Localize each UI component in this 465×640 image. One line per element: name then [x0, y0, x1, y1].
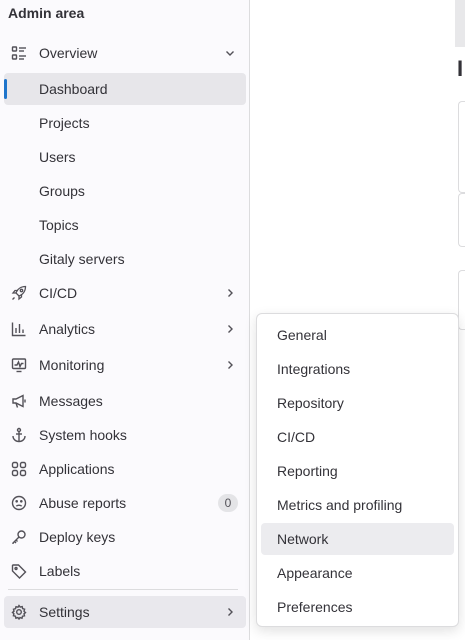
rocket-icon [11, 285, 27, 301]
sidebar-item-applications[interactable]: Applications [4, 453, 246, 485]
chevron-right-icon [224, 323, 236, 335]
chevron-right-icon [224, 606, 236, 618]
flyout-item-metrics-and-profiling[interactable]: Metrics and profiling [261, 489, 454, 521]
sidebar-section-label: Analytics [39, 321, 96, 337]
sidebar-item-label: Dashboard [39, 81, 108, 97]
sidebar-item-label: Labels [39, 563, 81, 579]
sidebar-item-label: Groups [39, 183, 85, 199]
sidebar-item-label: Projects [39, 115, 90, 131]
sidebar-item-label: Gitaly servers [39, 251, 125, 267]
sidebar-item-groups[interactable]: Groups [4, 175, 246, 207]
sidebar-section-label: Monitoring [39, 357, 105, 373]
chevron-right-icon [224, 359, 236, 371]
sidebar-item-label: System hooks [39, 427, 127, 443]
chevron-right-icon [224, 287, 236, 299]
sidebar-item-users[interactable]: Users [4, 141, 246, 173]
flyout-item-label: Reporting [277, 463, 338, 479]
sidebar-section-overview[interactable]: Overview [4, 37, 246, 69]
gear-icon [11, 604, 27, 620]
flyout-item-integrations[interactable]: Integrations [261, 353, 454, 385]
sidebar-item-label: Users [39, 149, 76, 165]
sidebar-title: Admin area [8, 5, 85, 21]
settings-flyout-menu: General Integrations Repository CI/CD Re… [256, 313, 459, 627]
flyout-item-label: Network [277, 531, 329, 547]
key-icon [11, 529, 27, 545]
sidebar-section-label: Settings [39, 604, 90, 620]
flyout-item-label: Preferences [277, 599, 353, 615]
sidebar-item-label: Applications [39, 461, 115, 477]
sidebar-item-label: Abuse reports [39, 495, 127, 511]
content-card [458, 193, 465, 247]
sidebar-item-topics[interactable]: Topics [4, 209, 246, 241]
flyout-item-cicd[interactable]: CI/CD [261, 421, 454, 453]
count-badge: 0 [218, 494, 238, 512]
content-card [458, 270, 465, 330]
content-card [458, 101, 465, 193]
active-indicator [4, 79, 7, 99]
flyout-item-label: Integrations [277, 361, 351, 377]
sad-face-icon [11, 495, 27, 511]
megaphone-icon [11, 393, 27, 409]
flyout-item-label: Repository [277, 395, 344, 411]
flyout-item-network[interactable]: Network [261, 523, 454, 555]
sidebar-section-monitoring[interactable]: Monitoring [4, 349, 246, 381]
monitor-icon [11, 357, 27, 373]
sidebar-item-deploy-keys[interactable]: Deploy keys [4, 521, 246, 553]
sidebar-item-dashboard[interactable]: Dashboard [4, 73, 246, 105]
flyout-item-general[interactable]: General [261, 319, 454, 351]
sidebar-item-abuse-reports[interactable]: Abuse reports 0 [4, 487, 246, 519]
admin-sidebar: Admin area Overview Dashboard Projects U… [0, 0, 250, 640]
sidebar-item-label: Messages [39, 393, 103, 409]
sidebar-item-projects[interactable]: Projects [4, 107, 246, 139]
sidebar-item-gitaly-servers[interactable]: Gitaly servers [4, 243, 246, 275]
sidebar-section-analytics[interactable]: Analytics [4, 313, 246, 345]
sidebar-item-label: Deploy keys [39, 529, 116, 545]
top-bar-fragment [455, 0, 465, 47]
page-title: I [457, 56, 464, 81]
sidebar-section-settings[interactable]: Settings [4, 596, 246, 628]
chart-icon [11, 321, 27, 337]
flyout-item-appearance[interactable]: Appearance [261, 557, 454, 589]
flyout-item-label: General [277, 327, 327, 343]
sidebar-section-label: CI/CD [39, 285, 78, 301]
anchor-icon [11, 427, 27, 443]
flyout-item-label: Appearance [277, 565, 353, 581]
sidebar-item-labels[interactable]: Labels [4, 555, 246, 587]
label-tag-icon [11, 563, 27, 579]
flyout-item-repository[interactable]: Repository [261, 387, 454, 419]
flyout-item-label: CI/CD [277, 429, 316, 445]
sidebar-item-messages[interactable]: Messages [4, 385, 246, 417]
sidebar-divider [8, 589, 238, 590]
sidebar-item-label: Topics [39, 217, 79, 233]
overview-list-icon [11, 45, 27, 61]
applications-grid-icon [11, 461, 27, 477]
flyout-item-label: Metrics and profiling [277, 497, 403, 513]
sidebar-section-cicd[interactable]: CI/CD [4, 277, 246, 309]
flyout-item-reporting[interactable]: Reporting [261, 455, 454, 487]
flyout-item-preferences[interactable]: Preferences [261, 591, 454, 623]
chevron-down-icon [224, 47, 236, 59]
sidebar-section-label: Overview [39, 45, 98, 61]
sidebar-item-system-hooks[interactable]: System hooks [4, 419, 246, 451]
